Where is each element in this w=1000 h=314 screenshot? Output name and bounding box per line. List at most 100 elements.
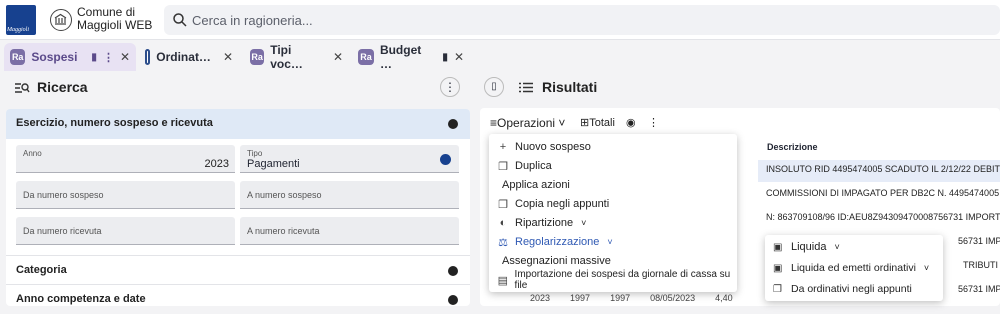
tab-budget[interactable]: Ra Budget … ▮ ✕	[352, 43, 470, 71]
dropdown-icon[interactable]	[440, 154, 451, 165]
submenu-item-da-ordinativi[interactable]: ❐ Da ordinativi negli appunti	[765, 279, 943, 299]
scale-icon: ⚖	[498, 236, 508, 249]
menu-item-label: Regolarizzazione	[515, 236, 600, 248]
more-options-button[interactable]: ⋮	[440, 77, 460, 97]
bookmark-icon[interactable]: ▮	[442, 52, 448, 63]
search-bar[interactable]	[164, 5, 1000, 35]
chevron-down-icon: ˅	[607, 237, 613, 247]
menu-item-ripartizione[interactable]: ◐ Ripartizione ˅	[489, 214, 737, 232]
more-vert-icon[interactable]: ⋮	[103, 51, 114, 64]
copy-icon: ❐	[498, 160, 508, 173]
search-input[interactable]	[192, 5, 892, 35]
table-row[interactable]: INSOLUTO RID 4495474005 SCADUTO IL 2/12/…	[758, 160, 1000, 182]
field-placeholder: Da numero ricevuta	[23, 226, 102, 236]
institution-icon	[50, 9, 72, 31]
submenu-item-liquida[interactable]: ▣ Liquida ˅	[765, 237, 943, 257]
menu-item-label: Importazione dei sospesi da giornale di …	[514, 269, 731, 291]
file-import-icon: ▤	[497, 274, 508, 287]
menu-item-regolarizzazione[interactable]: ⚖ Regolarizzazione ˅	[489, 233, 737, 251]
cell: 2023	[530, 293, 551, 303]
ra-app-icon: Ra	[358, 49, 374, 65]
menu-item-assegnazioni-massive[interactable]: Assegnazioni massive	[489, 252, 737, 270]
copy-icon: ❐	[498, 198, 508, 211]
section-title: Esercizio, numero sospeso e ricevuta	[16, 117, 213, 129]
eye-icon[interactable]: ◉	[626, 116, 636, 129]
section-title: Categoria	[16, 264, 67, 276]
chevron-down-icon: ˅	[834, 242, 840, 252]
submenu-item-label: Da ordinativi negli appunti	[791, 283, 912, 295]
tipo-select[interactable]: Tipo Pagamenti	[240, 145, 459, 173]
panel-title: Risultati	[542, 79, 598, 95]
da-numero-ricevuta-field[interactable]: Da numero ricevuta	[16, 217, 235, 245]
window-icon	[145, 49, 151, 65]
plus-icon: +	[499, 141, 507, 153]
section-esercizio[interactable]: Esercizio, numero sospeso e ricevuta	[6, 109, 470, 139]
payment-icon: ▣	[773, 241, 783, 253]
da-numero-sospeso-field[interactable]: Da numero sospeso	[16, 181, 235, 209]
menu-item-label: Copia negli appunti	[515, 198, 610, 210]
chevron-down-icon: ˅	[923, 263, 930, 273]
menu-item-duplica[interactable]: ❐ Duplica	[489, 157, 737, 175]
cell: 4,40	[715, 293, 733, 303]
field-label: Tipo	[247, 149, 263, 158]
toggle-sidebar-icon[interactable]: ▯	[484, 77, 504, 97]
section-anno-competenza[interactable]: Anno competenza e date	[6, 284, 470, 314]
field-value: Pagamenti	[247, 158, 300, 170]
close-icon[interactable]: ✕	[454, 50, 464, 64]
submenu-item-label: Liquida ed emetti ordinativi	[791, 262, 916, 274]
field-label: Anno	[23, 149, 42, 158]
cell: 1997	[610, 293, 631, 303]
cell: 08/05/2023	[650, 293, 696, 303]
close-icon[interactable]: ✕	[120, 50, 130, 64]
ra-app-icon: Ra	[10, 49, 26, 65]
tab-sospesi[interactable]: Ra Sospesi ▮ ⋮ ✕	[4, 43, 136, 71]
submenu-item-liquida-emetti[interactable]: ▣ Liquida ed emetti ordinativi ˅	[765, 258, 943, 278]
search-form: Esercizio, numero sospeso e ricevuta Ann…	[6, 109, 470, 306]
expand-icon[interactable]	[448, 295, 458, 305]
table-row[interactable]: N: 863709108/96 ID:AEU8Z9430947000875673…	[758, 208, 1000, 230]
totals-button[interactable]: ⊞Totali	[580, 116, 615, 129]
maggioli-logo[interactable]: Maggioli	[6, 5, 36, 35]
list-icon	[519, 82, 533, 93]
menu-item-label: Applica azioni	[502, 179, 570, 191]
menu-item-nuovo-sospeso[interactable]: + Nuovo sospeso	[489, 138, 737, 156]
tab-label: Tipi voc…	[270, 43, 303, 71]
menu-item-applica-azioni[interactable]: Applica azioni	[489, 176, 737, 194]
operations-menu-button[interactable]: ≡Operazioni ˅	[490, 116, 565, 130]
expand-icon[interactable]	[448, 266, 458, 276]
menu-item-label: Nuovo sospeso	[515, 141, 591, 153]
collapse-icon[interactable]	[448, 119, 458, 129]
logo-text: Maggioli	[7, 27, 29, 33]
tab-label: Budget …	[379, 43, 422, 71]
field-placeholder: A numero ricevuta	[247, 226, 320, 236]
pie-chart-icon: ◐	[499, 217, 507, 229]
cell: 1997	[570, 293, 591, 303]
menu-item-importazione[interactable]: ▤ Importazione dei sospesi da giornale di…	[489, 269, 737, 291]
a-numero-sospeso-field[interactable]: A numero sospeso	[240, 181, 459, 209]
panel-title: Ricerca	[37, 79, 88, 95]
section-title: Anno competenza e date	[16, 293, 146, 305]
tab-label: Ordinat…	[156, 50, 211, 64]
table-row-partial[interactable]: 2023 1997 1997 08/05/2023 4,40	[530, 293, 760, 307]
close-icon[interactable]: ✕	[333, 50, 343, 64]
close-icon[interactable]: ✕	[223, 50, 233, 64]
institution-name[interactable]: Comune di Maggioli WEB	[77, 6, 162, 32]
payment-icon: ▣	[773, 262, 783, 274]
section-categoria[interactable]: Categoria	[6, 255, 470, 285]
anno-field[interactable]: Anno 2023	[16, 145, 235, 173]
table-row[interactable]: COMMISSIONI DI IMPAGATO PER DB2C N. 4495…	[758, 184, 1000, 206]
search-icon	[173, 13, 187, 27]
column-header-descrizione: Descrizione	[767, 142, 818, 152]
more-vert-icon[interactable]: ⋮	[648, 116, 659, 129]
bookmark-icon[interactable]: ▮	[91, 52, 97, 63]
submenu-item-label: Liquida	[791, 241, 827, 253]
tab-ordinativi[interactable]: Ordinat… ✕	[139, 43, 239, 71]
filter-search-icon	[15, 83, 30, 93]
menu-item-label: Duplica	[515, 160, 552, 172]
search-panel: Ricerca ⋮ Esercizio, numero sospeso e ri…	[0, 72, 470, 306]
tab-tipi-voci[interactable]: Ra Tipi voc… ✕	[244, 43, 349, 71]
a-numero-ricevuta-field[interactable]: A numero ricevuta	[240, 217, 459, 245]
operations-dropdown: + Nuovo sospeso ❐ Duplica Applica azioni ❐…	[489, 134, 737, 292]
menu-item-copia-appunti[interactable]: ❐ Copia negli appunti	[489, 195, 737, 213]
field-value: 2023	[204, 158, 229, 170]
